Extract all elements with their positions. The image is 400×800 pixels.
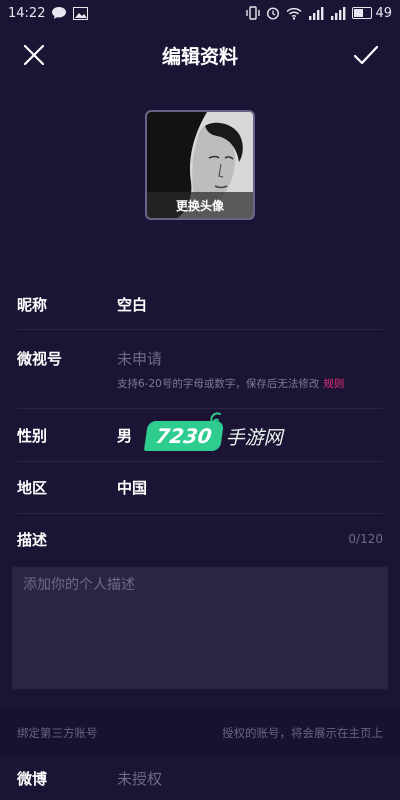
third-party-note: 授权的账号，将会展示在主页上 (222, 726, 383, 740)
weishi-id-hint: 支持6-20号的字母或数字，保存后无法修改 规则 (117, 376, 344, 391)
weishi-id-label: 微视号 (17, 350, 63, 368)
battery-indicator: 49 (352, 6, 392, 21)
close-button[interactable] (19, 40, 49, 70)
rule-link[interactable]: 规则 (323, 378, 344, 390)
region-value[interactable]: 中国 (117, 477, 147, 498)
signal-icon (330, 6, 346, 20)
wifi-icon (286, 7, 302, 20)
nickname-row[interactable]: 昵称 空白 (17, 280, 383, 330)
chat-notification-icon (51, 6, 67, 20)
description-row: 描述 (17, 514, 383, 564)
weishi-id-input[interactable]: 未申请 (117, 348, 162, 369)
gender-value[interactable]: 男 (117, 425, 132, 446)
weibo-row[interactable]: 微博 未授权 (17, 757, 383, 800)
battery-icon (352, 7, 373, 19)
watermark-number: 7230 (154, 424, 214, 448)
third-party-title: 绑定第三方账号 (17, 726, 98, 740)
avatar-change-label: 更换头像 (147, 192, 253, 218)
weishi-id-row[interactable]: 微视号 未申请 (17, 330, 383, 409)
watermark-signal-icon (210, 412, 221, 425)
image-notification-icon (73, 6, 89, 20)
confirm-button[interactable] (351, 40, 381, 70)
alarm-icon (266, 6, 280, 20)
status-bar: 14:22 49 (0, 0, 400, 26)
watermark-text: 手游网 (225, 426, 283, 449)
description-textarea[interactable]: 添加你的个人描述 (12, 567, 388, 689)
region-row[interactable]: 地区 中国 (17, 462, 383, 514)
nickname-label: 昵称 (17, 296, 48, 314)
page-title: 编辑资料 (161, 45, 238, 68)
description-char-count: 0/120 (348, 532, 383, 546)
top-bar: 编辑资料 (0, 26, 400, 84)
weibo-label: 微博 (17, 770, 48, 788)
avatar-change-button[interactable]: 更换头像 (145, 110, 255, 220)
nickname-input[interactable]: 空白 (117, 294, 147, 315)
watermark-logo: 7230 手游网 (143, 412, 283, 454)
weibo-auth-status[interactable]: 未授权 (117, 768, 162, 789)
status-time: 14:22 (8, 5, 46, 21)
battery-percent: 49 (375, 5, 392, 21)
description-label: 描述 (17, 530, 48, 549)
weishi-id-hint-text: 支持6-20号的字母或数字，保存后无法修改 (117, 378, 320, 390)
third-party-section-header: 绑定第三方账号 授权的账号，将会展示在主页上 (0, 709, 400, 757)
close-icon (23, 44, 45, 66)
region-label: 地区 (17, 479, 48, 497)
gender-label: 性别 (17, 427, 48, 445)
signal-4g-icon (308, 6, 324, 20)
vibrate-icon (246, 6, 261, 20)
checkmark-icon (353, 45, 379, 65)
